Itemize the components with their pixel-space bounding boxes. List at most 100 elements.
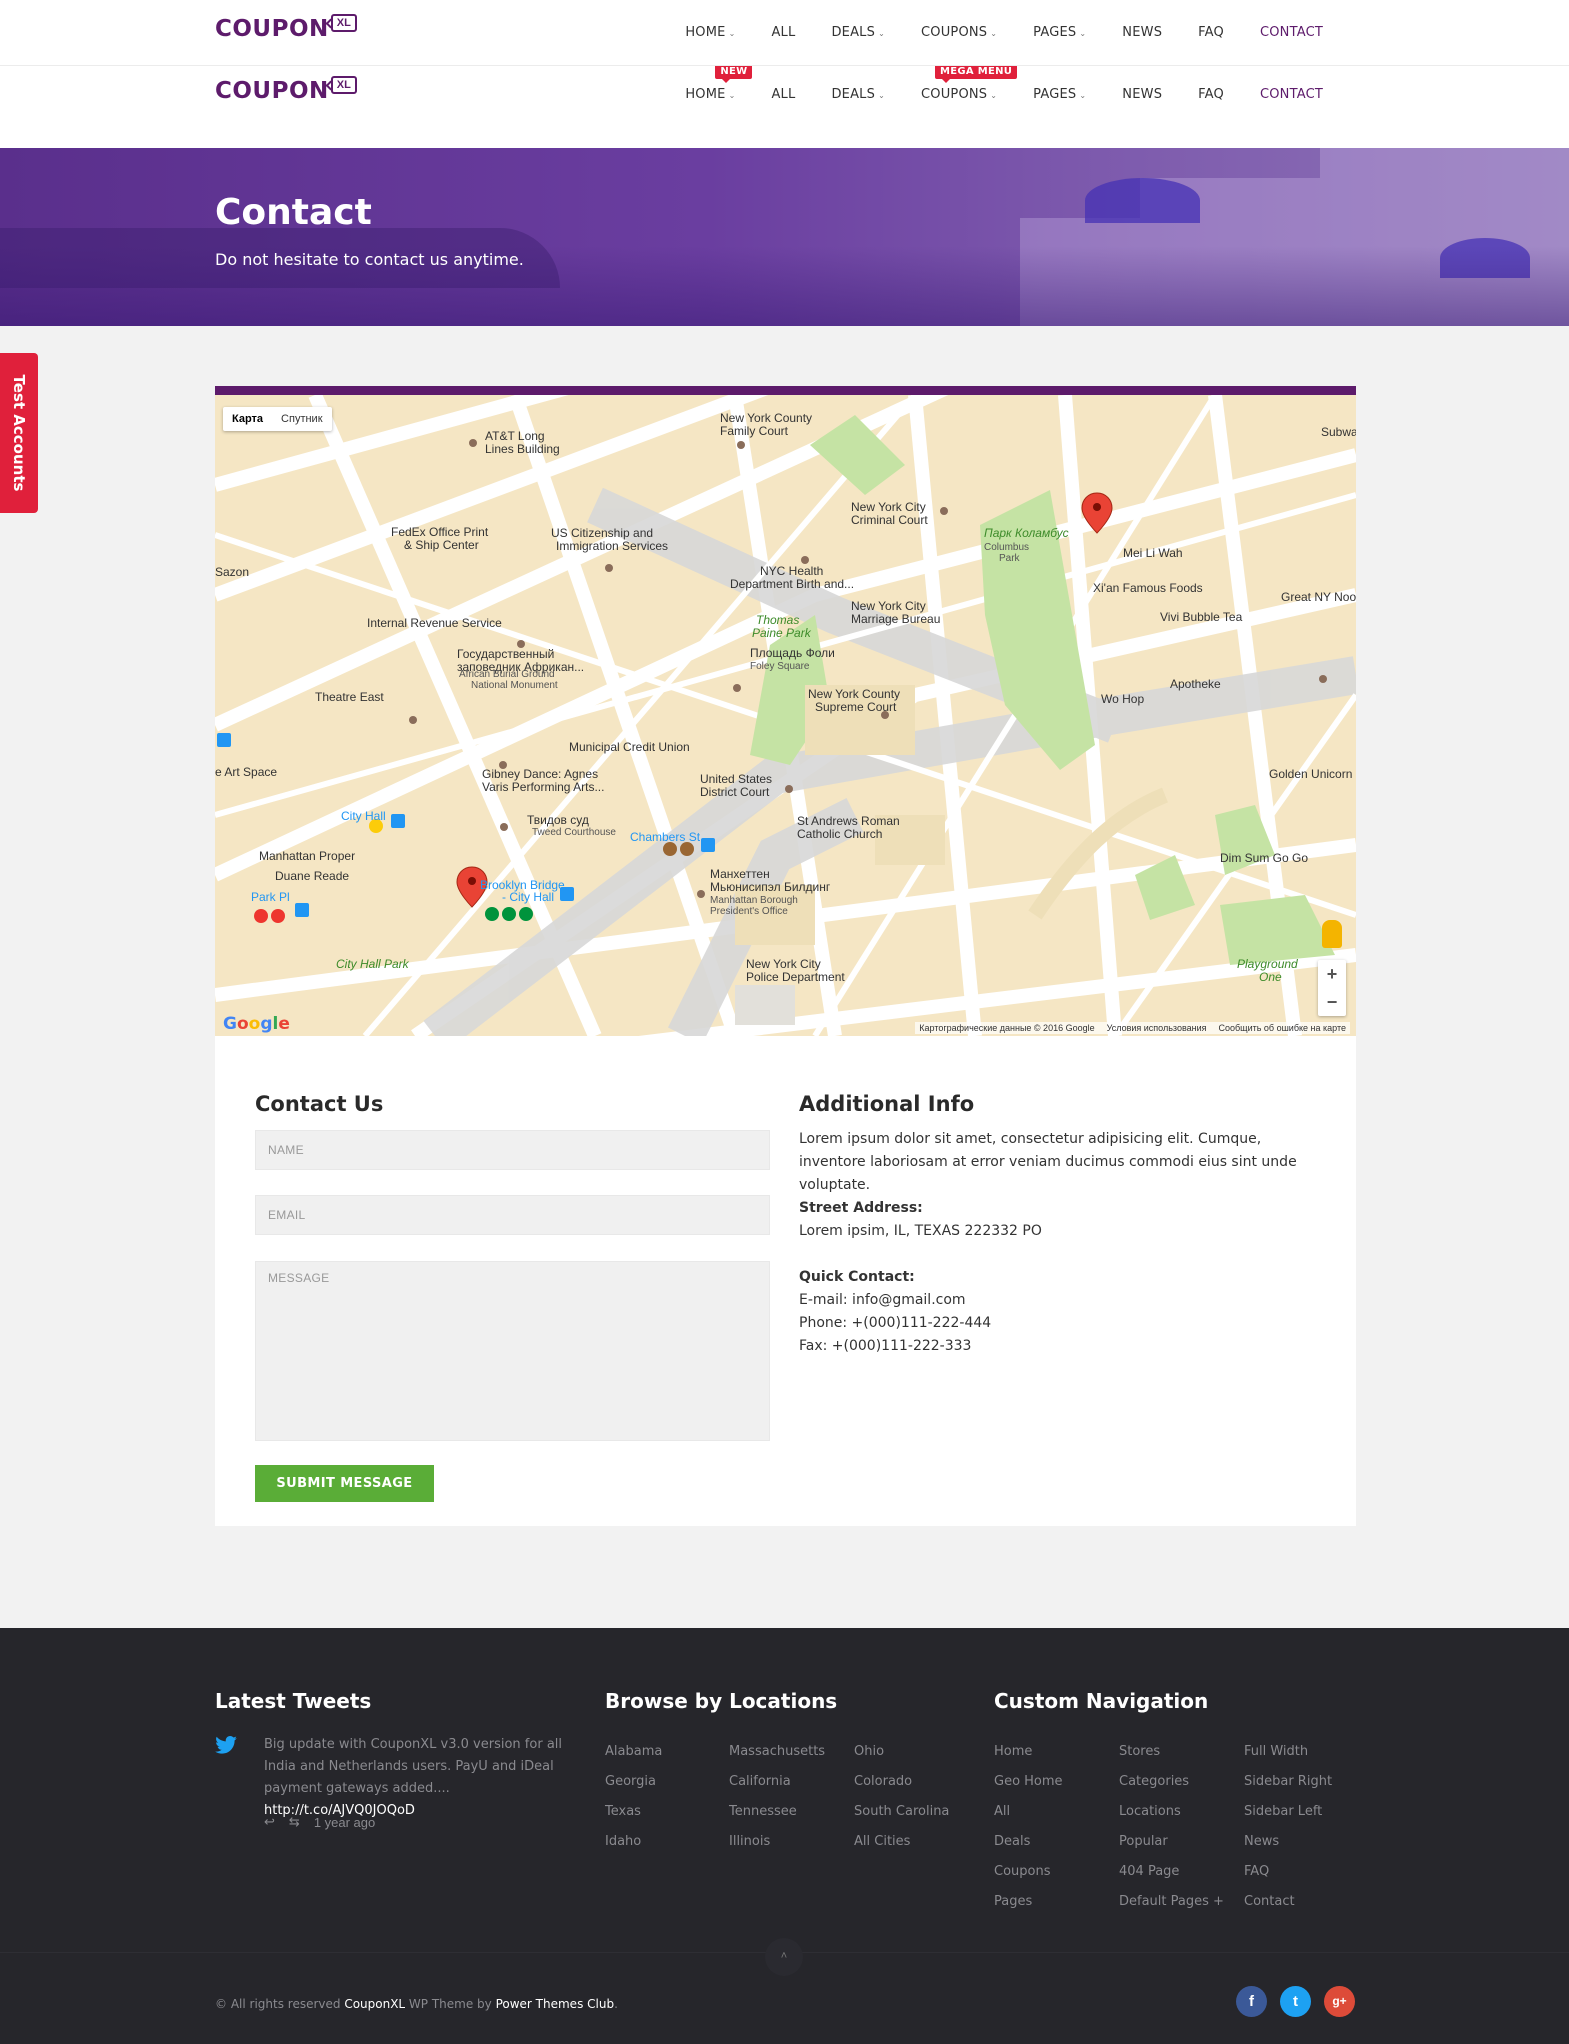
location-link[interactable]: California	[729, 1767, 825, 1797]
name-field[interactable]: NAME	[255, 1130, 770, 1170]
location-link[interactable]: Illinois	[729, 1827, 825, 1857]
nav-pages[interactable]: PAGES ⌄	[1033, 25, 1086, 40]
contact-card: AT&T Long Lines Building New York County F…	[215, 386, 1356, 1526]
footer-nav-link[interactable]: Sidebar Right	[1244, 1767, 1332, 1797]
nav-contact[interactable]: CONTACT	[1260, 87, 1323, 102]
logo-tag: XL	[330, 14, 357, 32]
nav-news[interactable]: NEWS	[1122, 25, 1162, 40]
zoom-control: + −	[1318, 960, 1346, 1016]
street-address-label: Street Address:	[799, 1200, 923, 1216]
location-link[interactable]: Ohio	[854, 1737, 949, 1767]
test-accounts-tab[interactable]: Test Accounts	[0, 353, 38, 513]
svg-text:One: One	[1259, 970, 1282, 984]
svg-text:Varis Performing Arts...: Varis Performing Arts...	[482, 780, 604, 794]
map-report-link[interactable]: Сообщить об ошибке на карте	[1219, 1023, 1346, 1033]
logo-word: COUPON	[215, 16, 329, 42]
latest-tweets-title: Latest Tweets	[215, 1689, 372, 1713]
nav-coupons[interactable]: MEGA MENU COUPONS ⌄	[921, 64, 1018, 102]
nav-all[interactable]: ALL	[771, 25, 795, 40]
location-link[interactable]: Idaho	[605, 1827, 662, 1857]
svg-text:African Burial Ground: African Burial Ground	[459, 669, 555, 680]
twitter-icon[interactable]: t	[1280, 1986, 1311, 2017]
nav-contact[interactable]: CONTACT	[1260, 25, 1323, 40]
message-field[interactable]: MESSAGE	[255, 1261, 770, 1441]
location-link[interactable]: Alabama	[605, 1737, 662, 1767]
facebook-icon[interactable]: f	[1236, 1986, 1267, 2017]
location-link[interactable]: Georgia	[605, 1767, 662, 1797]
svg-text:& Ship Center: & Ship Center	[404, 538, 479, 552]
nav-faq[interactable]: FAQ	[1198, 87, 1224, 102]
footer-nav-link[interactable]: Sidebar Left	[1244, 1797, 1332, 1827]
footer-nav-link[interactable]: Stores	[1119, 1737, 1224, 1767]
nav-coupons[interactable]: COUPONS ⌄	[921, 25, 997, 40]
footer-nav-link[interactable]: Home	[994, 1737, 1063, 1767]
google-map[interactable]: AT&T Long Lines Building New York County F…	[215, 395, 1356, 1036]
location-link[interactable]: Colorado	[854, 1767, 949, 1797]
nav-pages[interactable]: PAGES ⌄	[1033, 87, 1086, 102]
footer-nav-link[interactable]: News	[1244, 1827, 1332, 1857]
copyright: © All rights reserved CouponXL WP Theme …	[215, 1997, 618, 2011]
svg-text:Marriage Bureau: Marriage Bureau	[851, 612, 940, 626]
footer-nav-link[interactable]: 404 Page	[1119, 1857, 1224, 1887]
footer-nav-link[interactable]: Full Width	[1244, 1737, 1332, 1767]
svg-text:Criminal Court: Criminal Court	[851, 513, 928, 527]
svg-text:Xi'an Famous Foods: Xi'an Famous Foods	[1093, 581, 1203, 595]
nav-news[interactable]: NEWS	[1122, 87, 1162, 102]
map-type-satellite[interactable]: Спутник	[272, 407, 331, 431]
svg-text:City Hall Park: City Hall Park	[336, 957, 410, 971]
location-link[interactable]: Tennessee	[729, 1797, 825, 1827]
footer-nav-link[interactable]: Default Pages +	[1119, 1887, 1224, 1917]
location-link[interactable]: South Carolina	[854, 1797, 949, 1827]
page-hero: Contact Do not hesitate to contact us an…	[0, 148, 1569, 326]
svg-text:United States: United States	[700, 772, 772, 786]
author-link[interactable]: Power Themes Club	[496, 1997, 615, 2011]
reply-icon[interactable]: ↩	[264, 1814, 275, 1830]
nav-deals[interactable]: DEALS ⌄	[831, 25, 885, 40]
nav-deals[interactable]: DEALS ⌄	[831, 87, 885, 102]
footer-nav-link[interactable]: Locations	[1119, 1797, 1224, 1827]
svg-text:FedEx Office Print: FedEx Office Print	[391, 525, 489, 539]
street-view-pegman-icon[interactable]	[1322, 920, 1342, 948]
footer-nav-link[interactable]: Pages	[994, 1887, 1063, 1917]
location-link[interactable]: Texas	[605, 1797, 662, 1827]
footer-nav-link[interactable]: All	[994, 1797, 1063, 1827]
logo[interactable]: COUPON XL	[215, 14, 357, 42]
footer-nav-link[interactable]: Categories	[1119, 1767, 1224, 1797]
zoom-out-button[interactable]: −	[1318, 988, 1346, 1016]
svg-text:Парк Коламбус: Парк Коламбус	[984, 526, 1069, 540]
svg-text:Police Department: Police Department	[746, 970, 845, 984]
map-terms-link[interactable]: Условия использования	[1107, 1023, 1207, 1033]
svg-text:Thomas: Thomas	[756, 613, 799, 627]
google-plus-icon[interactable]: g+	[1324, 1986, 1355, 2017]
location-link[interactable]: All Cities	[854, 1827, 949, 1857]
svg-text:Supreme Court: Supreme Court	[815, 700, 897, 714]
svg-text:New York County: New York County	[808, 687, 900, 701]
logo-sticky[interactable]: COUPON XL	[215, 76, 357, 104]
footer-nav-link[interactable]: Coupons	[994, 1857, 1063, 1887]
svg-text:Мьюнисипэл Билдинг: Мьюнисипэл Билдинг	[710, 880, 831, 894]
svg-text:St Andrews Roman: St Andrews Roman	[797, 814, 900, 828]
brand-link[interactable]: CouponXL	[344, 1997, 405, 2011]
contact-fax: Fax: +(000)111-222-333	[799, 1338, 972, 1354]
location-link[interactable]: Massachusetts	[729, 1737, 825, 1767]
retweet-icon[interactable]: ⇆	[289, 1814, 300, 1830]
nav-home[interactable]: NEW HOME ⌄	[685, 64, 753, 102]
svg-text:Internal Revenue Service: Internal Revenue Service	[367, 616, 502, 630]
email-field[interactable]: EMAIL	[255, 1195, 770, 1235]
svg-text:Manhattan Borough: Manhattan Borough	[710, 895, 798, 906]
footer-nav-link[interactable]: Contact	[1244, 1887, 1332, 1917]
svg-text:Chambers St: Chambers St	[630, 830, 701, 844]
nav-faq[interactable]: FAQ	[1198, 25, 1224, 40]
map-type-map[interactable]: Карта	[223, 407, 272, 431]
footer-nav-link[interactable]: FAQ	[1244, 1857, 1332, 1887]
top-header: COUPON XL HOME ⌄ ALL DEALS ⌄ COUPONS ⌄ PAGE…	[0, 0, 1569, 66]
footer-nav-link[interactable]: Deals	[994, 1827, 1063, 1857]
scroll-to-top-icon[interactable]: ˄	[765, 1938, 803, 1976]
footer-nav-link[interactable]: Popular	[1119, 1827, 1224, 1857]
nav-home[interactable]: HOME ⌄	[685, 25, 735, 40]
nav-all[interactable]: ALL	[771, 87, 795, 102]
submit-message-button[interactable]: SUBMIT MESSAGE	[255, 1465, 434, 1502]
zoom-in-button[interactable]: +	[1318, 960, 1346, 988]
svg-text:Государственный: Государственный	[457, 647, 554, 661]
footer-nav-link[interactable]: Geo Home	[994, 1767, 1063, 1797]
